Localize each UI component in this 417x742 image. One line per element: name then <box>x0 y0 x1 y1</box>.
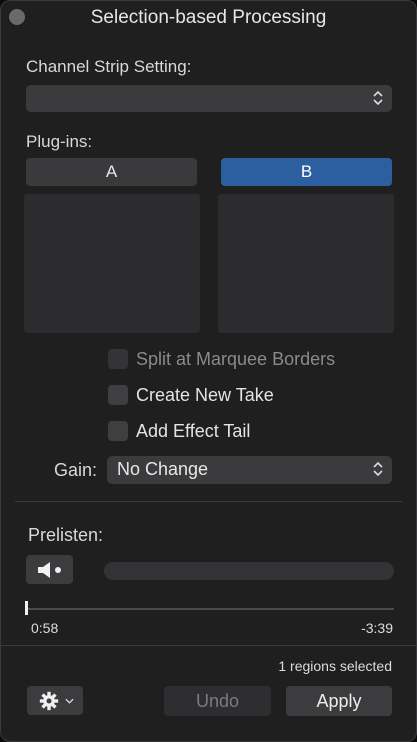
up-down-chevron-icon <box>373 90 383 106</box>
speaker-icon <box>38 562 61 578</box>
channel-strip-label: Channel Strip Setting: <box>26 57 192 76</box>
tab-plugin-a[interactable]: A <box>26 158 197 186</box>
undo-button[interactable]: Undo <box>164 686 271 716</box>
window-title: Selection-based Processing <box>90 7 327 28</box>
prelisten-speaker-button[interactable] <box>26 555 73 584</box>
gear-icon <box>39 691 59 711</box>
selection-processing-window: Selection-based Processing Channel Strip… <box>0 0 417 742</box>
channel-strip-select[interactable] <box>26 85 392 112</box>
add-effect-tail-label: Add Effect Tail <box>136 421 251 441</box>
footer-divider <box>1 645 416 646</box>
playhead-marker[interactable] <box>25 601 28 615</box>
selection-status: 1 regions selected <box>278 658 392 674</box>
end-time: -3:39 <box>361 620 393 636</box>
timeline-ruler[interactable] <box>26 608 394 610</box>
gear-menu-button[interactable] <box>27 686 83 715</box>
prelisten-progress-track[interactable] <box>104 562 394 580</box>
plugin-slot-b[interactable] <box>218 194 394 333</box>
chevron-down-icon <box>65 698 74 704</box>
add-effect-tail-checkbox[interactable] <box>108 421 128 441</box>
create-new-take-checkbox[interactable] <box>108 385 128 405</box>
gain-select[interactable]: No Change <box>107 456 392 484</box>
prelisten-label: Prelisten: <box>28 525 104 545</box>
split-marquee-checkbox[interactable] <box>108 349 128 369</box>
create-new-take-label: Create New Take <box>136 385 274 405</box>
plugin-slot-a[interactable] <box>24 194 200 333</box>
gain-label: Gain: <box>54 460 98 480</box>
apply-button[interactable]: Apply <box>286 686 392 716</box>
tab-plugin-b[interactable]: B <box>221 158 392 186</box>
section-divider <box>15 501 402 502</box>
start-time: 0:58 <box>31 620 59 636</box>
gain-value: No Change <box>117 459 209 479</box>
plugins-label: Plug-ins: <box>26 132 93 151</box>
split-marquee-label: Split at Marquee Borders <box>136 349 336 369</box>
up-down-chevron-icon <box>373 461 383 477</box>
